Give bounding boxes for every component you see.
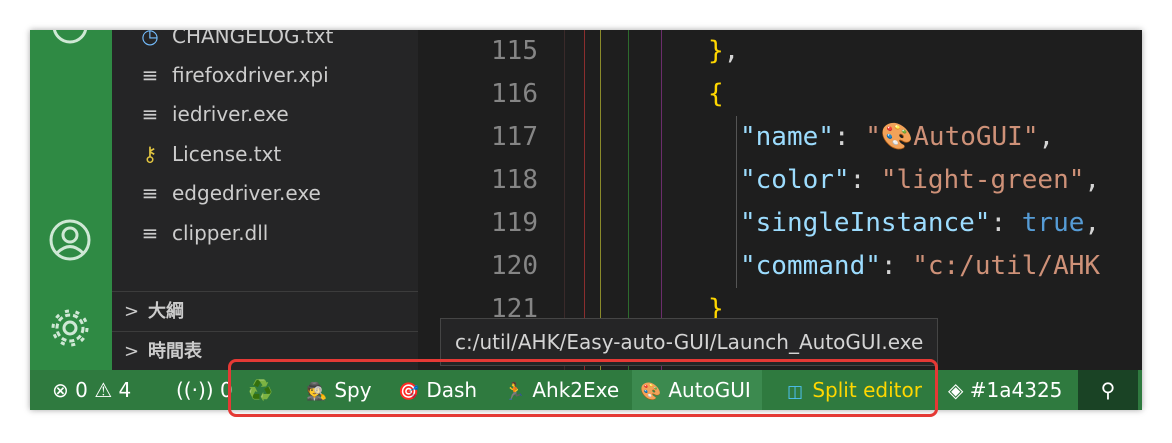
file-name: firefoxdriver.xpi (172, 63, 329, 87)
line-number: 118 (491, 165, 538, 195)
problems-item[interactable]: ⊗ 0 ⚠ 4 (52, 370, 131, 410)
line-number: 115 (491, 36, 538, 66)
ports-item[interactable]: ((·)) 0 (176, 370, 233, 410)
code-line: "color": "light-green", (740, 159, 1100, 202)
file-item[interactable]: ≡ iedriver.exe (112, 94, 418, 134)
json-key: "name" (740, 122, 834, 152)
file-item[interactable]: ≡ clipper.dll (112, 213, 418, 253)
file-item[interactable]: ⚷ License.txt (112, 134, 418, 174)
explorer-sidebar: ◷ CHANGELOG.txt ≡ firefoxdriver.xpi ≡ ie… (112, 30, 418, 370)
code-line: "name": "🎨AutoGUI", (740, 116, 1054, 159)
color-item[interactable]: ◈ #1a4325 (948, 370, 1062, 410)
explorer-icon[interactable] (46, 30, 94, 50)
activity-bar (30, 30, 112, 370)
paint-bucket-icon: ◈ (948, 378, 964, 402)
file-name: License.txt (172, 142, 282, 166)
lines-file-icon: ≡ (141, 181, 159, 205)
error-count: 0 (75, 378, 88, 402)
search-icon: ⚲ (1100, 378, 1116, 402)
punct: : (849, 165, 881, 195)
json-string: "🎨AutoGUI" (865, 122, 1039, 152)
json-string: "light-green" (880, 165, 1085, 195)
section-outline[interactable]: > 大綱 (112, 291, 418, 331)
key-icon: ⚷ (142, 142, 158, 166)
json-string: "c:/util/AHK (912, 251, 1101, 281)
error-icon: ⊗ (52, 378, 69, 402)
account-icon[interactable] (46, 216, 94, 264)
color-value: #1a4325 (969, 378, 1063, 402)
highlight-box (228, 359, 938, 417)
code-line: }, (708, 30, 739, 73)
json-key: "color" (740, 165, 850, 195)
line-number: 120 (491, 251, 538, 281)
vscode-window: ◷ CHANGELOG.txt ≡ firefoxdriver.xpi ≡ ie… (30, 30, 1142, 410)
chevron-right-icon: > (124, 341, 140, 362)
brace: { (708, 79, 724, 109)
section-title: 時間表 (148, 341, 202, 362)
file-item[interactable]: ≡ firefoxdriver.xpi (112, 55, 418, 95)
file-item[interactable]: ◷ CHANGELOG.txt (112, 30, 418, 56)
gear-icon[interactable] (46, 304, 94, 352)
json-boolean: true (1021, 208, 1085, 238)
file-name: edgedriver.exe (172, 181, 321, 205)
lines-file-icon: ≡ (141, 221, 159, 245)
punct: : (833, 122, 866, 152)
code-line: "command": "c:/util/AHK (740, 245, 1100, 288)
lines-file-icon: ≡ (141, 102, 159, 126)
warning-icon: ⚠ (94, 378, 113, 402)
punct: , (1084, 208, 1101, 238)
json-key: "command" (740, 251, 881, 281)
line-number: 116 (491, 79, 538, 109)
line-number: 119 (491, 208, 538, 238)
chevron-right-icon: > (124, 301, 140, 322)
json-key: "singleInstance" (740, 208, 991, 238)
punct: , (1084, 165, 1101, 195)
history-icon: ◷ (141, 30, 159, 48)
section-title: 大綱 (148, 301, 184, 322)
code-line: { (708, 73, 724, 116)
file-name: clipper.dll (172, 221, 269, 245)
indent-guide (736, 116, 737, 288)
file-name: iedriver.exe (172, 102, 289, 126)
brace: } (708, 36, 724, 66)
punct: : (880, 251, 913, 281)
punct: : (990, 208, 1022, 238)
line-number: 117 (491, 122, 538, 152)
file-name: CHANGELOG.txt (172, 30, 334, 48)
punct: , (723, 36, 740, 66)
file-item[interactable]: ≡ edgedriver.exe (112, 173, 418, 213)
zoom-button[interactable]: ⚲ (1078, 370, 1138, 410)
punct: , (1038, 122, 1055, 152)
warning-count: 4 (118, 378, 132, 402)
code-line: "singleInstance": true, (740, 202, 1100, 245)
broadcast-icon: ((·)) (176, 378, 214, 402)
lines-file-icon: ≡ (141, 63, 159, 87)
